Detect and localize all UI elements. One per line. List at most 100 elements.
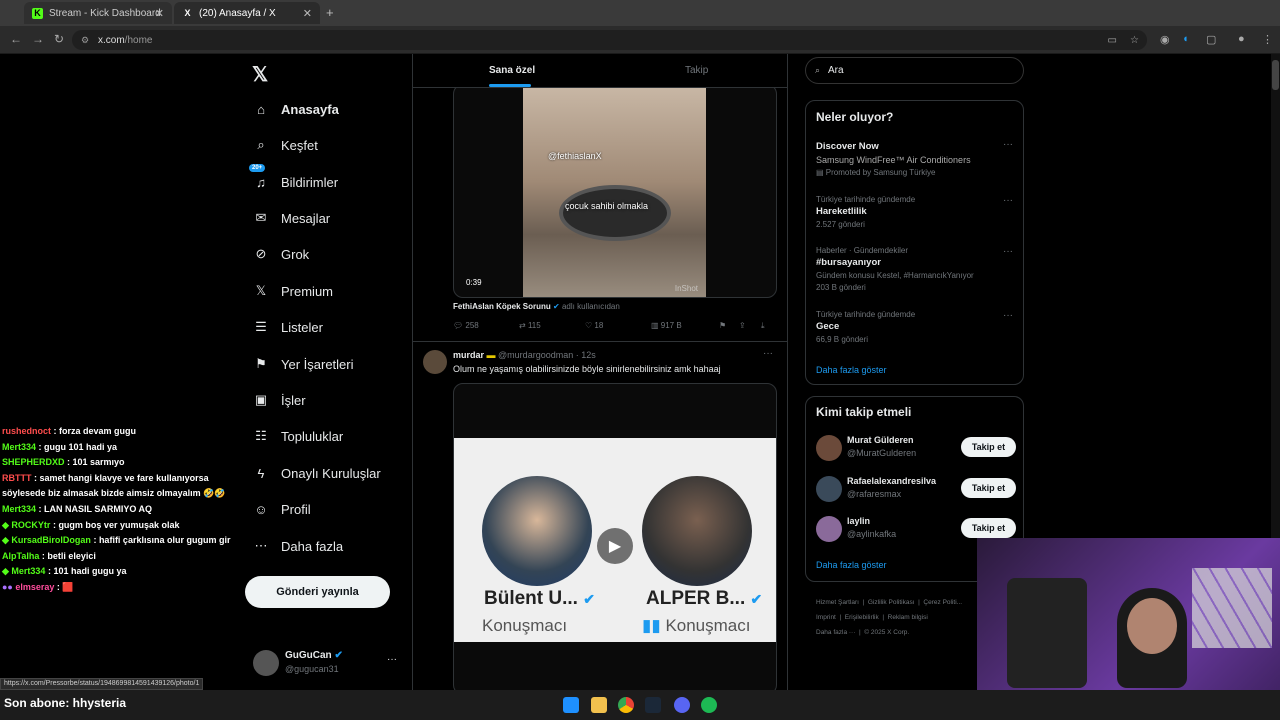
footer-link[interactable]: Reklam bilgisi [888,614,928,621]
avatar [816,435,842,461]
trend-item[interactable]: Haberler · Gündemdekiler #bursayanıyor G… [816,246,1016,292]
nav-item-more[interactable]: ⋯ Daha fazla [251,534,344,558]
menu-kebab-icon[interactable]: ⋮ [1262,33,1273,46]
extension-icon[interactable]: ◉ [1160,33,1170,46]
windows-start-icon[interactable] [563,697,579,713]
nav-item-explore[interactable]: ⌕ Keşfet [251,133,318,157]
footer-links: Hizmet Şartları | Gizlilik Politikası | … [816,599,963,636]
speaker-photo-right [642,476,752,586]
reload-icon[interactable]: ↻ [54,32,64,46]
like-button[interactable]: ♡ 18 [585,321,603,330]
bell-icon: ♫ 20+ [249,164,271,192]
trends-title: Neler oluyor? [816,110,894,124]
download-icon[interactable]: ⤓ [761,321,765,331]
show-more-link[interactable]: Daha fazla göster [816,365,887,375]
site-info-icon[interactable]: ⚙ [81,35,89,46]
nav-item-home[interactable]: ⌂ Anasayfa [251,97,339,121]
nav-item-bookmarks[interactable]: ⚑ Yer İşaretleri [251,352,353,376]
more-dots-icon[interactable]: ··· [1003,310,1013,321]
url-field[interactable]: ⚙ x.com/home ▭ ☆ [72,30,1147,50]
show-more-link[interactable]: Daha fazla göster [816,560,887,570]
trend-item[interactable]: Türkiye tarihinde gündemde Gece 66,9 B g… [816,310,1016,344]
footer-link[interactable]: Hizmet Şartları [816,599,859,606]
bookmark-star-icon[interactable]: ☆ [1130,35,1139,46]
tab-label: Stream - Kick Dashboard [49,7,161,19]
nav-item-premium[interactable]: 𝕏 Premium [251,279,333,303]
chat-line: SHEPHERDXD : 101 sarmıyo [2,457,125,468]
bookmark-icon: ⚑ [255,356,267,371]
footer-link[interactable]: Çerez Politi... [923,599,962,606]
search-input[interactable]: ⌕ Ara [805,57,1024,84]
nav-item-notifications[interactable]: ♫ 20+ Bildirimler [249,164,338,194]
copyright: © 2025 X Corp. [864,629,910,636]
chrome-icon[interactable] [618,697,634,713]
chat-line: RBTTT : samet hangi klavye ve fare kulla… [2,472,226,499]
tab-following[interactable]: Takip [685,65,708,76]
account-switcher[interactable]: GuGuCan ✔ @gugucan31 ··· [253,648,403,682]
nav-item-messages[interactable]: ✉ Mesajlar [251,206,331,230]
reply-button[interactable]: 💬︎ 258 [453,321,479,330]
post-button[interactable]: Gönderi yayınla [245,576,390,608]
back-icon[interactable]: ← [10,32,22,46]
chat-line: AlpTalha : betli eleyici [2,550,96,561]
follow-button[interactable]: Takip et [961,478,1016,498]
scrollbar-thumb[interactable] [1272,60,1279,90]
tweet-source[interactable]: FethiAslan Köpek Sorunu ✔ adlı kullanıcı… [453,302,620,311]
nav-item-jobs[interactable]: ▣ İşler [251,388,306,412]
steam-icon[interactable] [645,697,661,713]
nav-item-communities[interactable]: ☷ Topluluklar [251,424,343,448]
home-icon: ⌂ [257,101,265,117]
more-dots-icon[interactable]: ··· [1003,139,1013,150]
profile-avatar-icon[interactable]: ● [1238,33,1245,45]
tab-for-you[interactable]: Sana özel [489,65,535,76]
footer-link[interactable]: Erişilebilirlik [845,614,879,621]
spotify-icon[interactable] [701,697,717,713]
avatar [253,650,279,676]
share-icon[interactable]: ⇪ [739,321,746,330]
tab-kick-dashboard[interactable]: K Stream - Kick Dashboard ✕ [24,2,172,24]
footer-link[interactable]: Imprint [816,614,836,621]
follow-button[interactable]: Takip et [961,518,1016,538]
nav-item-profile[interactable]: ☺ Profil [251,497,310,521]
trend-item[interactable]: Türkiye tarihinde gündemde Hareketlilik … [816,195,1016,229]
nav-label: Onaylı Kuruluşlar [281,465,381,481]
more-dots-icon[interactable]: ··· [387,654,397,665]
avatar[interactable] [423,350,447,374]
more-dots-icon[interactable]: ··· [1003,195,1013,206]
follow-suggestion[interactable]: Murat Gülderen @MuratGulderen Takip et [816,435,1016,465]
extension-icon[interactable]: ◖ [1182,33,1189,45]
nav-item-verified-orgs[interactable]: ϟ Onaylı Kuruluşlar [251,461,381,485]
follow-button[interactable]: Takip et [961,437,1016,457]
file-explorer-icon[interactable] [591,697,607,713]
tab-x-home[interactable]: X (20) Anasayfa / X ✕ [174,2,320,24]
footer-link[interactable]: Gizlilik Politikası [868,599,915,606]
new-tab-icon[interactable]: + [326,5,334,20]
play-icon[interactable]: ▶ [597,528,633,564]
nav-label: Anasayfa [281,101,339,117]
forward-icon[interactable]: → [32,32,44,46]
views-button[interactable]: ▥ 917 B [651,321,682,330]
nav-item-lists[interactable]: ☰ Listeler [251,315,323,339]
more-dots-icon[interactable]: ··· [1003,246,1013,257]
follow-suggestion[interactable]: Rafaelalexandresilva @rafaresmax Takip e… [816,476,1016,506]
follow-handle: @MuratGulderen [847,448,917,458]
nav-label: Daha fazla [281,538,344,554]
tweet-video[interactable]: @fethiaslanX çocuk sahibi olmakla InShot… [453,84,777,298]
tweet-video[interactable]: ▶ Bülent U... ✔ ALPER B... ✔ Konuşmacı ▮… [453,383,777,690]
more-dots-icon[interactable]: ··· [763,348,773,359]
discord-icon[interactable] [674,697,690,713]
trend-item[interactable]: Discover Now Samsung WindFree™ Air Condi… [816,141,1016,177]
x-logo-icon[interactable]: 𝕏 [252,62,268,87]
stream-chat-overlay: rushednoct : forza devam gugu Mert334 : … [2,424,242,596]
close-tab-icon[interactable]: ✕ [303,7,312,20]
extensions-puzzle-icon[interactable]: ▢ [1206,33,1216,46]
bookmark-icon[interactable]: ⚑ [719,321,726,330]
nav-item-grok[interactable]: ⊘ Grok [251,242,310,266]
timeline: @fethiaslanX çocuk sahibi olmakla InShot… [413,54,787,690]
footer-link[interactable]: Daha fazla ··· [816,629,855,636]
retweet-button[interactable]: ⇄ 115 [519,321,541,330]
search-placeholder: Ara [828,65,844,76]
tab-label: (20) Anasayfa / X [199,7,276,19]
close-tab-icon[interactable]: ✕ [155,7,164,20]
cast-icon[interactable]: ▭ [1108,35,1117,46]
